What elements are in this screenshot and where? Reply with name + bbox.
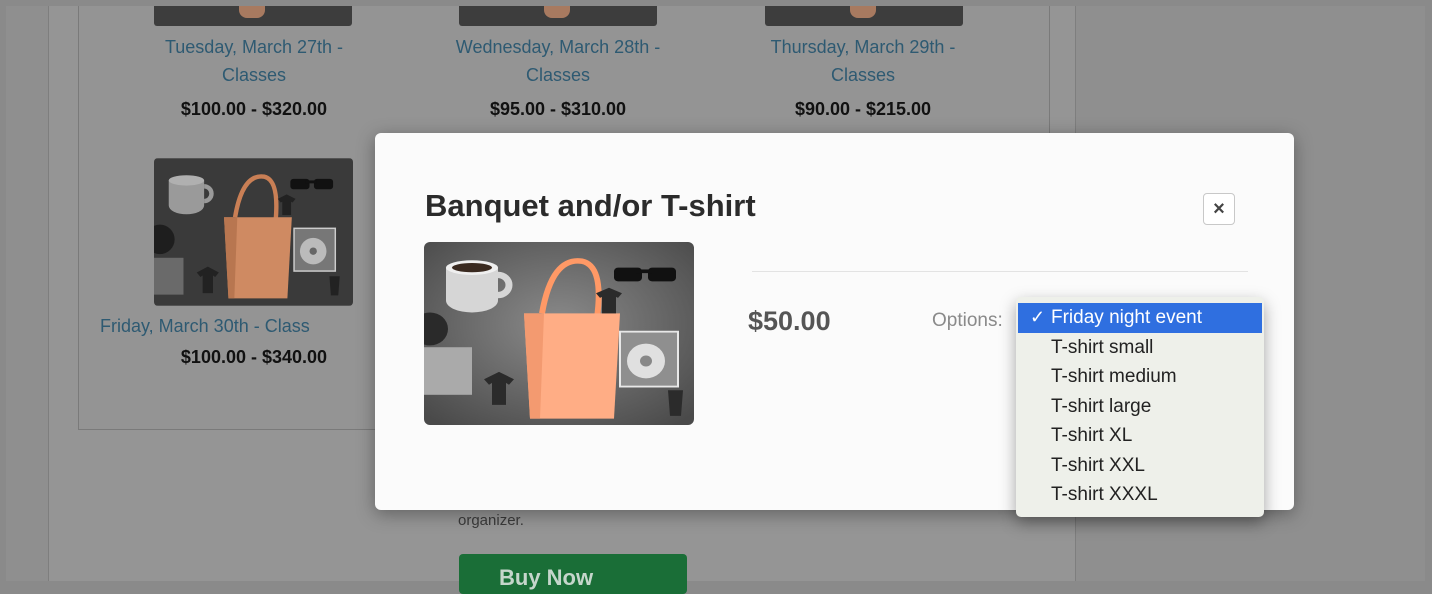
close-button[interactable]: × (1203, 193, 1235, 225)
product-link-wednesday[interactable]: Wednesday, March 28th - Classes (418, 33, 698, 89)
product-link-line: Classes (525, 65, 591, 85)
product-price: $95.00 - $310.00 (489, 99, 627, 119)
product-link-line: Tuesday, March 27th - (164, 37, 344, 57)
close-icon: × (1213, 198, 1225, 220)
organizer-text: organizer. (458, 512, 524, 529)
dropdown-option-label: Friday night event (1051, 307, 1203, 328)
dropdown-option-selected[interactable]: ✓ Friday night event (1018, 303, 1262, 333)
product-price: $100.00 - $340.00 (180, 347, 328, 367)
options-label: Options: (932, 310, 1003, 331)
product-thumbnail-friday[interactable] (154, 158, 353, 306)
shopping-bag-illustration-icon (154, 158, 353, 306)
product-thumbnail-tuesday[interactable] (154, 6, 352, 26)
product-image (424, 242, 694, 425)
dropdown-option[interactable]: T-shirt XL (1016, 421, 1264, 451)
dropdown-option[interactable]: T-shirt medium (1016, 362, 1264, 392)
dropdown-option-label: T-shirt XL (1051, 425, 1133, 446)
dropdown-option-label: T-shirt small (1051, 336, 1154, 358)
product-price: $100.00 - $320.00 (180, 99, 328, 119)
product-link-friday[interactable]: Friday, March 30th - Class (100, 312, 390, 340)
modal-title: Banquet and/or T-shirt (425, 188, 756, 223)
modal-divider (752, 271, 1248, 272)
check-icon: ✓ (1030, 307, 1046, 327)
product-link-tuesday[interactable]: Tuesday, March 27th - Classes (120, 33, 388, 89)
product-link-line: Thursday, March 29th - (770, 37, 956, 57)
dropdown-option-label: T-shirt XXXL (1051, 484, 1158, 505)
dropdown-option[interactable]: T-shirt XXL (1016, 451, 1264, 481)
options-dropdown[interactable]: ✓ Friday night event T-shirt small T-shi… (1016, 297, 1264, 517)
dropdown-option-label: T-shirt XXL (1051, 454, 1145, 476)
dropdown-option-label: T-shirt large (1051, 395, 1152, 417)
product-thumbnail-thursday[interactable] (765, 6, 963, 26)
modal-price: $50.00 (748, 306, 831, 336)
product-link-thursday[interactable]: Thursday, March 29th - Classes (727, 33, 999, 89)
product-link-line: Classes (830, 65, 896, 85)
buy-now-button[interactable]: Buy Now (459, 554, 687, 594)
product-price: $90.00 - $215.00 (794, 99, 932, 119)
dropdown-option-label: T-shirt medium (1051, 366, 1177, 387)
product-link-line: Wednesday, March 28th - (455, 37, 661, 57)
product-link-line: Classes (221, 65, 287, 85)
dropdown-option[interactable]: T-shirt XXXL (1016, 480, 1264, 510)
dropdown-option[interactable]: T-shirt large (1016, 392, 1264, 422)
dropdown-option[interactable]: T-shirt small (1016, 333, 1264, 363)
shopping-bag-illustration-icon (424, 242, 694, 425)
product-thumbnail-wednesday[interactable] (459, 6, 657, 26)
